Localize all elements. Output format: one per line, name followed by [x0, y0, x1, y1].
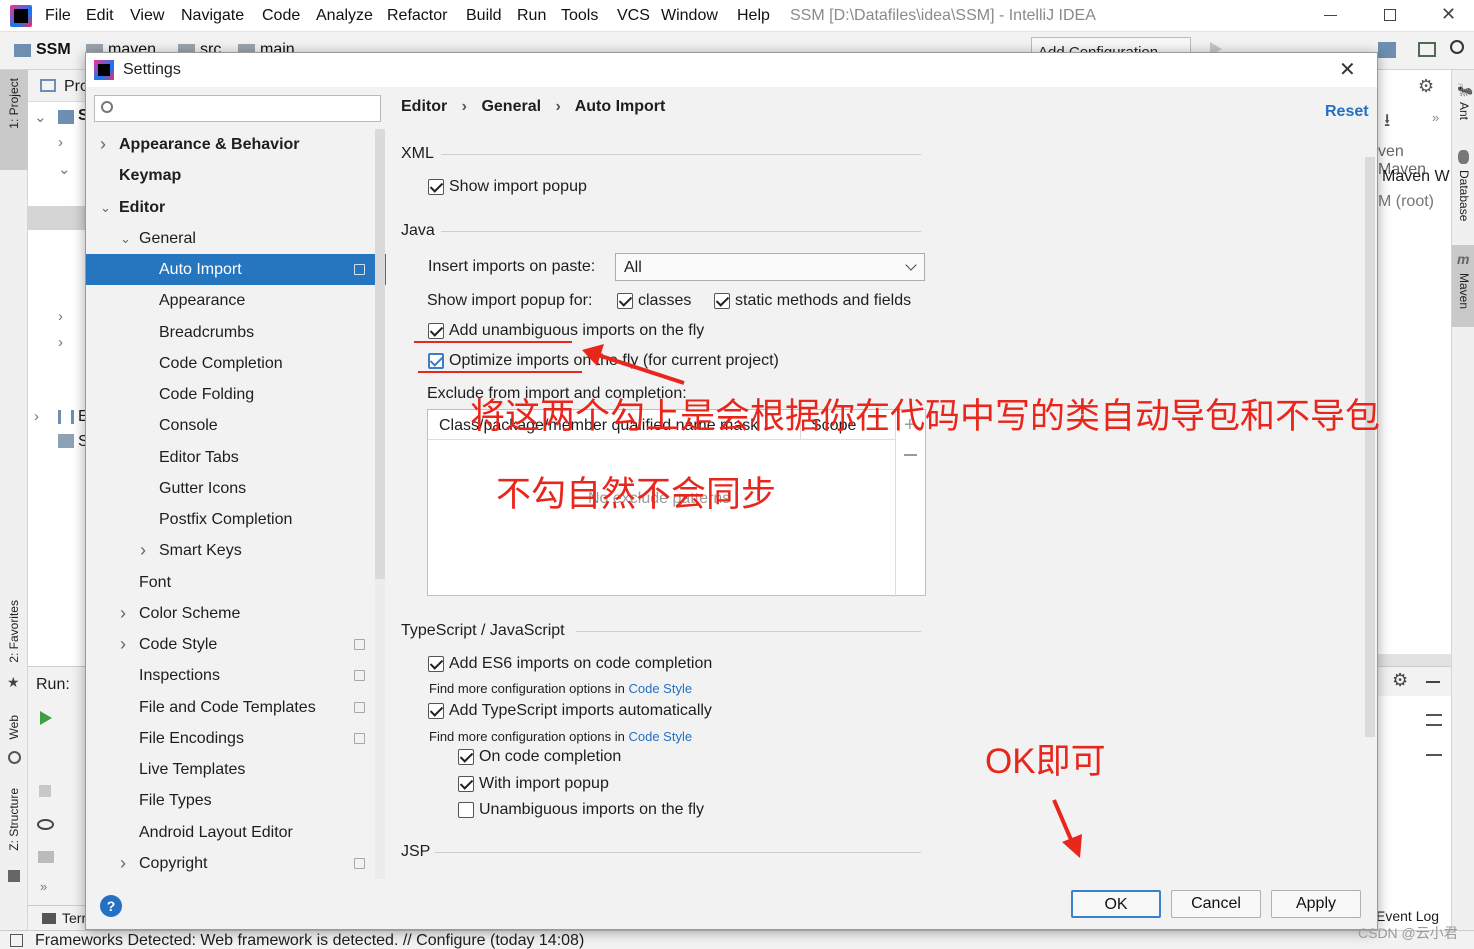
arrow-to-checkboxes [597, 353, 685, 385]
annotation-note-2: 不勾自然不会同步 [496, 475, 777, 514]
annotation-note-1: 将这两个勾上是会根据你在代码中写的类自动导包和不导包 [470, 397, 1381, 436]
watermark: CSDN @云小君 [1358, 925, 1458, 941]
annotation-note-3: OK即可 [985, 742, 1106, 781]
arrow-to-ok [1052, 799, 1074, 843]
